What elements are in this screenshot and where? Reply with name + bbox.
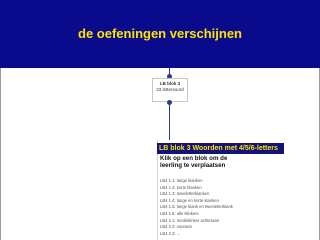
exercise-panel-description: Klik op een blok om de leerling te verpl…	[160, 155, 228, 169]
exercise-item[interactable]: LB4 2.3: ...	[160, 231, 260, 238]
lesson-node-subtitle: 23 lettersoord	[156, 87, 184, 92]
title-banner: de oefeningen verschijnen	[0, 0, 320, 68]
exercise-item[interactable]: LB4 1.5: lange klank en tweeletterklank	[160, 204, 260, 211]
exercise-panel-header[interactable]: LB blok 3 Woorden met 4/5/6-letters	[157, 143, 284, 154]
exercise-item[interactable]: LB4 1.4: lange en korte klanken	[160, 198, 260, 205]
exercise-item[interactable]: LB4 2.1: medeklinker achteraan	[160, 218, 260, 225]
canvas-left-border	[0, 68, 1, 240]
exercise-list: LB4 1.1: lange klanken LB4 1.2: korte kl…	[160, 178, 260, 237]
exercise-item[interactable]: LB4 1.3: tweeletterklanken	[160, 191, 260, 198]
exercise-item[interactable]: LB4 1.1: lange klanken	[160, 178, 260, 185]
connector-bottom	[169, 103, 170, 143]
exercise-item[interactable]: LB4 1.2: korte klanken	[160, 185, 260, 192]
exercise-item[interactable]: LB4 1.6: alle klinkers	[160, 211, 260, 218]
banner-title: de oefeningen verschijnen	[78, 26, 242, 41]
exercise-item[interactable]: LB4 2.2: vooraan	[160, 224, 260, 231]
lesson-node[interactable]: LB blok 3 23 lettersoord	[152, 78, 188, 102]
